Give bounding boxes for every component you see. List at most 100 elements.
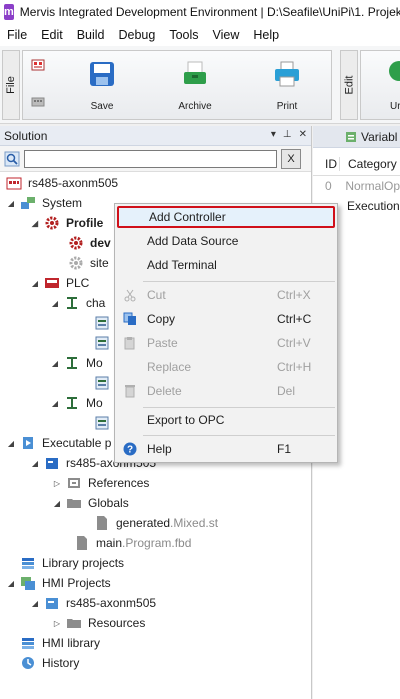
menu-view[interactable]: View [206,28,247,42]
tree-item-library-projects[interactable]: Library projects [20,553,124,573]
pin-icon[interactable]: ⊥ [283,129,292,140]
title-bar: m Mervis Integrated Development Environm… [0,0,400,24]
svg-text:?: ? [127,445,133,456]
menu-item-add-controller[interactable]: Add Controller [117,206,335,228]
tree-item-module-1[interactable]: ◢ Mo [50,353,103,373]
tree-item-label: dev [90,236,111,250]
menu-help[interactable]: Help [246,28,286,42]
solution-panel-title: Solution [4,128,48,143]
expanded-arrow-icon[interactable]: ◢ [30,219,40,228]
tree-item-device[interactable]: dev [68,233,111,253]
column-header-id[interactable]: ID [313,157,339,171]
menu-item-add-data-source[interactable]: Add Data Source [115,230,337,252]
tree-item-generated[interactable]: generated .Mixed.st [94,513,218,533]
new-solution-icon[interactable] [31,58,45,72]
tab-variables[interactable]: Variabl [313,126,400,148]
cell-category: Execution [347,199,400,213]
tree-item-label: PLC [66,276,90,290]
tree-item-channel-child[interactable] [94,333,116,353]
ribbon-tab-edit-label: Edit [343,75,355,95]
menu-item-shortcut: Ctrl+V [277,336,311,350]
search-clear-button[interactable]: X [281,148,301,169]
help-icon: ? [123,442,137,456]
menu-item-shortcut: Del [277,384,296,398]
menu-item-copy[interactable]: Copy Ctrl+C [115,308,337,330]
menu-tools[interactable]: Tools [162,28,205,42]
tree-item-hmi-projects[interactable]: ◢ HMI Projects [6,573,111,593]
tree-item-executable-projects[interactable]: ◢ Executable p [6,433,111,453]
menu-file[interactable]: File [0,28,34,42]
expanded-arrow-icon[interactable]: ◢ [6,199,16,208]
tree-item-channel[interactable]: ◢ cha [50,293,105,313]
search-icon[interactable] [4,151,20,167]
folder-icon [66,495,82,511]
grid-header: ID Category [313,152,400,176]
tree-item-label: rs485-axonm505 [28,176,119,190]
menu-item-replace[interactable]: Replace Ctrl+H [115,356,337,378]
menu-debug[interactable]: Debug [112,28,163,42]
menu-item-help[interactable]: ? Help F1 [115,438,337,460]
undo-button[interactable]: Ur [362,50,400,120]
expanded-arrow-icon[interactable]: ◢ [30,599,40,608]
expanded-arrow-icon[interactable]: ◢ [30,279,40,288]
expanded-arrow-icon[interactable]: ◢ [50,399,60,408]
menu-bar: File Edit Build Debug Tools View Help [0,24,400,46]
menu-separator [143,407,335,408]
save-button[interactable]: Save [60,50,144,120]
menu-build[interactable]: Build [70,28,112,42]
library-icon [20,635,36,651]
tree-item-label: System [42,196,83,210]
ribbon-tab-file[interactable]: File [2,50,20,120]
expanded-arrow-icon[interactable]: ◢ [6,579,16,588]
expanded-arrow-icon[interactable]: ◢ [50,359,60,368]
tree-item-label: HMI library [42,636,101,650]
expanded-arrow-icon[interactable]: ◢ [30,459,40,468]
ribbon: File Save Archive Print Edit Ur [0,46,400,124]
tree-item-module-child[interactable] [94,373,116,393]
tree-item-module-child[interactable] [94,413,116,433]
tree-item-references[interactable]: ▷ References [52,473,149,493]
open-solution-icon[interactable] [31,94,45,108]
expanded-arrow-icon[interactable]: ◢ [52,499,62,508]
menu-item-export-opc[interactable]: Export to OPC [115,409,337,431]
menu-item-add-terminal[interactable]: Add Terminal [115,254,337,276]
panel-menu-icon[interactable]: ▾ [271,129,276,140]
file-name: generated [116,516,171,530]
search-input[interactable] [24,149,277,168]
tree-item-hmi-library[interactable]: HMI library [20,633,100,653]
collapsed-arrow-icon[interactable]: ▷ [52,619,62,628]
menu-edit[interactable]: Edit [34,28,70,42]
tree-item-plc[interactable]: ◢ PLC [30,273,89,293]
table-row[interactable]: 0 NormalOp [313,176,400,196]
print-button[interactable]: Print [246,50,328,120]
column-header-category[interactable]: Category [339,156,397,171]
tree-item-profile[interactable]: ◢ Profile [30,213,103,233]
archive-button[interactable]: Archive [152,50,238,120]
menu-item-shortcut: Ctrl+C [277,312,312,326]
tree-item-hmi-project[interactable]: ◢ rs485-axonm505 [30,593,156,613]
gear-icon [68,235,84,251]
collapsed-arrow-icon[interactable]: ▷ [52,479,62,488]
tree-item-module-2[interactable]: ◢ Mo [50,393,103,413]
hmi-project-icon [44,595,60,611]
folder-icon [66,615,82,631]
tree-item-history[interactable]: History [20,653,79,673]
expanded-arrow-icon[interactable]: ◢ [50,299,60,308]
ribbon-tab-edit[interactable]: Edit [340,50,358,120]
tree-item-site[interactable]: site [68,253,109,273]
menu-item-cut[interactable]: Cut Ctrl+X [115,284,337,306]
menu-item-delete[interactable]: Delete Del [115,380,337,402]
device-icon [94,315,110,331]
close-icon[interactable]: ✕ [299,129,307,140]
menu-item-label: Replace [147,360,192,374]
channel-icon [64,295,80,311]
menu-item-paste[interactable]: Paste Ctrl+V [115,332,337,354]
channel-icon [64,395,80,411]
tree-item-channel-child[interactable] [94,313,116,333]
expanded-arrow-icon[interactable]: ◢ [6,439,16,448]
tree-item-system[interactable]: ◢ System [6,193,82,213]
tree-item-root[interactable]: rs485-axonm505 [6,173,118,193]
tree-item-resources[interactable]: ▷ Resources [52,613,145,633]
tree-item-globals[interactable]: ◢ Globals [52,493,129,513]
tree-item-main[interactable]: main .Program.fbd [74,533,191,553]
